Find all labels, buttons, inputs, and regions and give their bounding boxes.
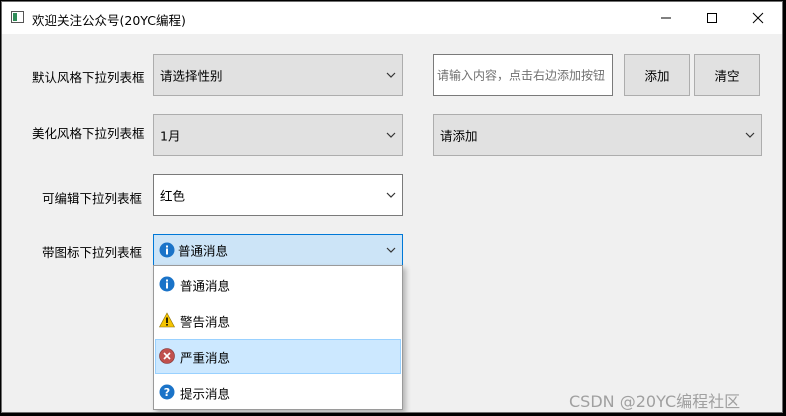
editable-combo-label: 可编辑下拉列表框 xyxy=(41,191,142,206)
main-window: 欢迎关注公众号(20YC编程) 默认风格下拉列表框 请选择性别 请输入内容，点击… xyxy=(1,1,783,413)
add-button[interactable]: 添加 xyxy=(624,54,690,96)
content-input[interactable]: 请输入内容，点击右边添加按钮 xyxy=(433,54,613,96)
window-title: 欢迎关注公众号(20YC编程) xyxy=(32,13,186,28)
chevron-down-icon xyxy=(386,72,396,78)
maximize-icon xyxy=(707,13,717,23)
minimize-icon xyxy=(661,17,671,19)
info-icon xyxy=(159,242,175,258)
error-icon xyxy=(159,348,175,364)
app-icon xyxy=(11,11,24,23)
content-input-placeholder: 请输入内容，点击右边添加按钮 xyxy=(437,68,606,83)
styled-combo-value: 1月 xyxy=(160,128,181,144)
editable-combo-value: 红色 xyxy=(160,188,186,204)
clear-button[interactable]: 清空 xyxy=(694,54,760,96)
default-combo-value: 请选择性别 xyxy=(160,68,223,84)
svg-text:?: ? xyxy=(164,386,170,399)
close-icon xyxy=(752,12,764,24)
styled-combo-label: 美化风格下拉列表框 xyxy=(32,126,145,141)
styled-combo[interactable]: 1月 xyxy=(153,114,403,156)
warning-icon xyxy=(159,312,175,328)
question-icon: ? xyxy=(159,384,175,400)
icon-combo-label: 带图标下拉列表框 xyxy=(41,245,142,260)
default-combo-label: 默认风格下拉列表框 xyxy=(32,70,145,85)
dropdown-option-info[interactable]: 普通消息 xyxy=(155,267,401,302)
maximize-button[interactable] xyxy=(689,2,735,34)
chevron-down-icon xyxy=(386,247,396,253)
icon-combo-dropdown: 普通消息 警告消息 严重消息 ? 提示消息 xyxy=(153,265,403,410)
minimize-button[interactable] xyxy=(643,2,689,34)
watermark: CSDN @20YC编程社区 xyxy=(569,392,741,411)
title-bar: 欢迎关注公众号(20YC编程) xyxy=(2,2,782,34)
icon-combo-value: 普通消息 xyxy=(178,243,229,259)
chevron-down-icon xyxy=(745,132,755,138)
default-style-combo[interactable]: 请选择性别 xyxy=(153,54,403,96)
added-items-combo-value: 请添加 xyxy=(440,128,478,144)
added-items-combo[interactable]: 请添加 xyxy=(433,114,762,156)
editable-combo[interactable]: 红色 xyxy=(153,174,403,216)
chevron-down-icon xyxy=(386,192,396,198)
close-button[interactable] xyxy=(735,2,781,34)
icon-combo[interactable]: 普通消息 xyxy=(153,234,403,266)
chevron-down-icon xyxy=(386,132,396,138)
info-icon xyxy=(159,276,175,292)
dropdown-option-warning[interactable]: 警告消息 xyxy=(155,303,401,338)
dropdown-option-question[interactable]: ? 提示消息 xyxy=(155,375,401,410)
dropdown-option-error[interactable]: 严重消息 xyxy=(155,339,401,374)
